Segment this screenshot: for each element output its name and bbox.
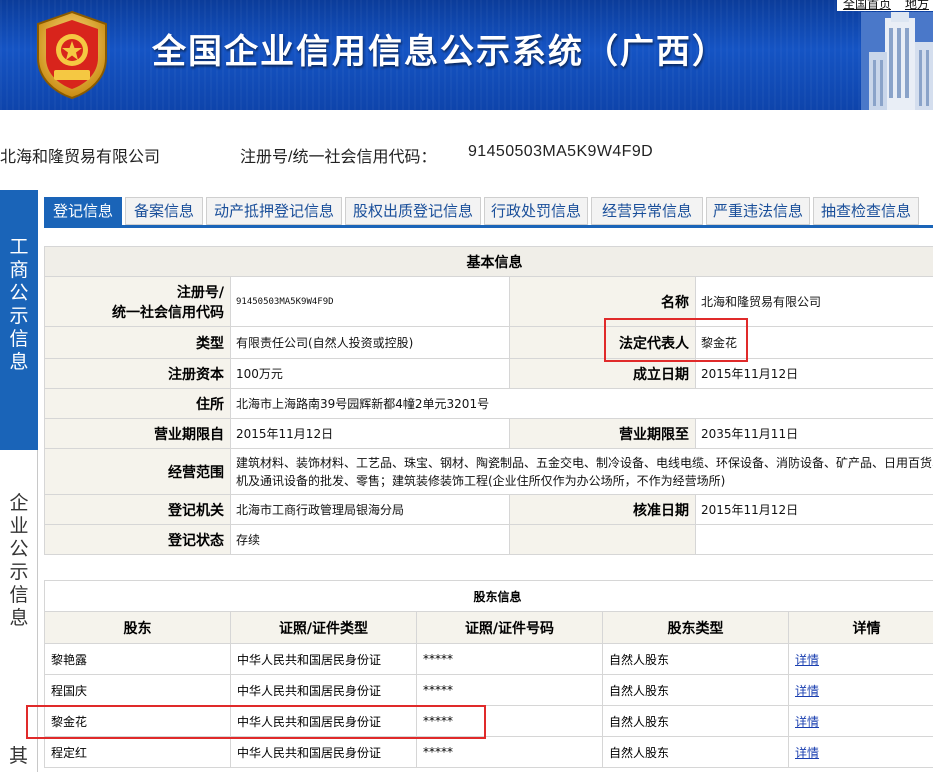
shareholders-heading: 股东信息 (43, 580, 933, 612)
basic-info-table: 基本信息 注册号/ 统一社会信用代码 91450503MA5K9W4F9D 名称… (44, 246, 933, 555)
table-row: 黎艳露 中华人民共和国居民身份证 ***** 自然人股东 详情 (44, 643, 933, 675)
detail-link[interactable]: 详情 (787, 674, 933, 706)
side-nav-other-label: 其 (9, 745, 29, 767)
type-label: 类型 (44, 326, 231, 359)
tab-equity-pledge[interactable]: 股权出质登记信息 (345, 197, 481, 225)
shareholder-name: 程定红 (44, 736, 231, 768)
approved-label: 核准日期 (509, 494, 696, 525)
emblem-logo (37, 10, 107, 100)
shareholder-id-number: ***** (416, 705, 603, 737)
shareholder-id-type: 中华人民共和国居民身份证 (230, 736, 417, 768)
established-label: 成立日期 (509, 358, 696, 389)
column-header-detail: 详情 (787, 611, 933, 644)
reg-no-value: 91450503MA5K9W4F9D (230, 276, 510, 327)
type-value: 有限责任公司(自然人投资或控股) (230, 326, 510, 359)
building-illustration (861, 12, 933, 110)
shareholder-name: 黎艳露 (44, 643, 231, 675)
approved-value: 2015年11月12日 (695, 494, 933, 525)
column-header-id-type: 证照/证件类型 (230, 611, 417, 644)
reg-no-label-line1: 注册号/ (176, 284, 224, 301)
detail-link[interactable]: 详情 (787, 705, 933, 737)
authority-value: 北海市工商行政管理局银海分局 (230, 494, 510, 525)
company-name: 北海和隆贸易有限公司 (0, 149, 161, 166)
capital-label: 注册资本 (44, 358, 231, 389)
side-nav-enterprise-info[interactable]: 企业公示信息 (0, 450, 38, 715)
scope-value: 建筑材料、装饰材料、工艺品、珠宝、钢材、陶瓷制品、五金交电、制冷设备、电线电缆、… (230, 448, 933, 495)
reg-no-label: 注册号/ 统一社会信用代码 (44, 276, 231, 327)
top-links: 全国首页 地方 (836, 0, 933, 11)
local-link[interactable]: 地方 (905, 0, 929, 11)
shareholder-type: 自然人股东 (602, 643, 789, 675)
tab-serious-violation[interactable]: 严重违法信息 (706, 197, 810, 225)
page-title: 全国企业信用信息公示系统（广西） (152, 32, 728, 72)
shareholder-name: 黎金花 (44, 705, 231, 737)
home-link[interactable]: 全国首页 (843, 0, 891, 11)
column-header-id-number: 证照/证件号码 (416, 611, 603, 644)
shareholder-name: 程国庆 (44, 674, 231, 706)
name-label: 名称 (509, 276, 696, 327)
regcode-value: 91450503MA5K9W4F9D (468, 143, 654, 160)
basic-info-heading: 基本信息 (44, 246, 933, 277)
reg-no-label-line2: 统一社会信用代码 (112, 304, 224, 321)
tab-filing[interactable]: 备案信息 (125, 197, 203, 225)
address-value: 北海市上海路南39号园辉新都4幢2单元3201号 (230, 388, 933, 419)
shareholders-table: 股东信息 股东 证照/证件类型 证照/证件号码 股东类型 详情 黎艳露 中华人民… (43, 580, 933, 768)
name-value: 北海和隆贸易有限公司 (695, 276, 933, 327)
term-from-label: 营业期限自 (44, 418, 231, 449)
detail-link[interactable]: 详情 (787, 736, 933, 768)
detail-link[interactable]: 详情 (787, 643, 933, 675)
column-header-shareholder: 股东 (44, 611, 231, 644)
status-value: 存续 (230, 524, 510, 555)
empty-value-cell (695, 524, 933, 555)
established-value: 2015年11月12日 (695, 358, 933, 389)
company-info-line: 北海和隆贸易有限公司 注册号/统一社会信用代码： 91450503MA5K9W4… (0, 143, 933, 166)
tab-admin-penalty[interactable]: 行政处罚信息 (484, 197, 588, 225)
tab-registration[interactable]: 登记信息 (44, 197, 122, 225)
capital-value: 100万元 (230, 358, 510, 389)
term-from-value: 2015年11月12日 (230, 418, 510, 449)
status-label: 登记状态 (44, 524, 231, 555)
shareholder-id-number: ***** (416, 674, 603, 706)
authority-label: 登记机关 (44, 494, 231, 525)
shareholder-id-type: 中华人民共和国居民身份证 (230, 705, 417, 737)
side-nav-business-label: 工商公示信息 (9, 236, 29, 373)
shareholder-id-number: ***** (416, 643, 603, 675)
term-to-label: 营业期限至 (509, 418, 696, 449)
column-header-holder-type: 股东类型 (602, 611, 789, 644)
shareholder-id-number: ***** (416, 736, 603, 768)
table-row: 黎金花 中华人民共和国居民身份证 ***** 自然人股东 详情 (44, 705, 933, 737)
shareholder-type: 自然人股东 (602, 674, 789, 706)
term-to-value: 2035年11月11日 (695, 418, 933, 449)
header-banner: 全国企业信用信息公示系统（广西） 全国首页 地方 (0, 0, 933, 110)
table-row: 程定红 中华人民共和国居民身份证 ***** 自然人股东 详情 (44, 736, 933, 768)
address-label: 住所 (44, 388, 231, 419)
tab-underline (44, 225, 933, 228)
table-row: 程国庆 中华人民共和国居民身份证 ***** 自然人股东 详情 (44, 674, 933, 706)
side-nav-other-info[interactable]: 其 (0, 715, 38, 772)
side-nav-enterprise-label: 企业公示信息 (9, 492, 29, 629)
side-nav-business-info[interactable]: 工商公示信息 (0, 190, 38, 450)
legal-rep-label: 法定代表人 (509, 326, 696, 359)
tab-abnormal-operation[interactable]: 经营异常信息 (591, 197, 703, 225)
shareholder-type: 自然人股东 (602, 705, 789, 737)
empty-label-cell (509, 524, 696, 555)
shareholder-id-type: 中华人民共和国居民身份证 (230, 643, 417, 675)
regcode-label: 注册号/统一社会信用代码： (240, 149, 437, 166)
shareholder-type: 自然人股东 (602, 736, 789, 768)
tab-spot-check[interactable]: 抽查检查信息 (813, 197, 919, 225)
tab-chattel-mortgage[interactable]: 动产抵押登记信息 (206, 197, 342, 225)
legal-rep-value: 黎金花 (695, 326, 933, 359)
shareholder-id-type: 中华人民共和国居民身份证 (230, 674, 417, 706)
scope-label: 经营范围 (44, 448, 231, 495)
